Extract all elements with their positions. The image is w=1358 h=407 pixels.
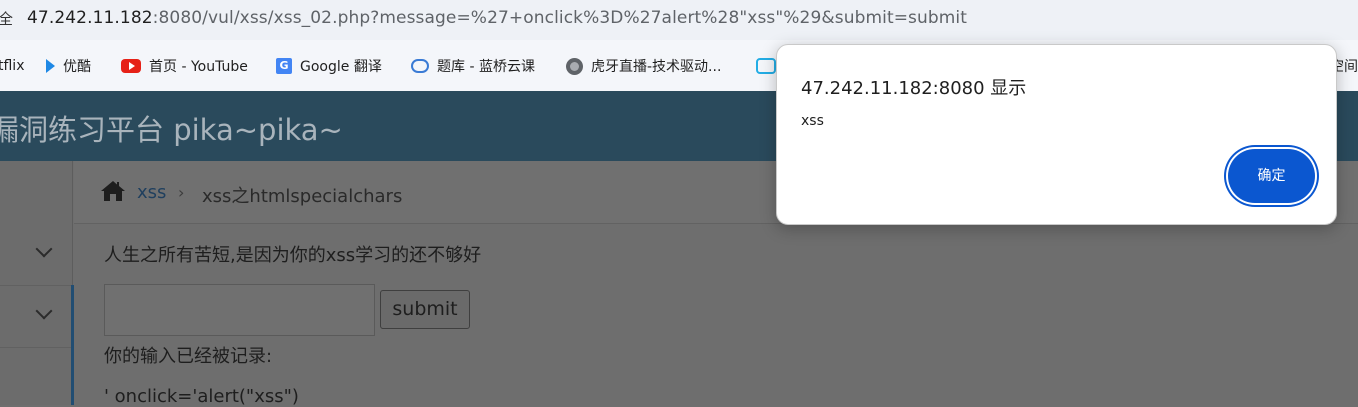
- address-bar[interactable]: 全 47.242.11.182:8080/vul/xss/xss_02.php?…: [0, 0, 1358, 40]
- bookmark-netflix[interactable]: tflix: [0, 56, 24, 76]
- bookmark-label: 优酷: [63, 59, 91, 75]
- site-info-icon[interactable]: 全: [0, 9, 13, 29]
- bookmark-google-translate[interactable]: G Google 翻译: [276, 56, 382, 76]
- url-text[interactable]: 47.242.11.182:8080/vul/xss/xss_02.php?me…: [27, 8, 967, 28]
- sidebar-item-1[interactable]: [0, 224, 73, 286]
- bookmark-label: 虎牙直播-技术驱动...: [591, 59, 722, 75]
- bookmark-label: 题库 - 蓝桥云课: [437, 59, 535, 75]
- breadcrumb-link-xss[interactable]: xss: [137, 182, 166, 203]
- dialog-message: xss: [801, 113, 824, 129]
- url-path: :8080/vul/xss/xss_02.php?message=%27+onc…: [152, 8, 968, 28]
- bookmark-youtube[interactable]: 首页 - YouTube: [121, 56, 248, 76]
- globe-icon: [566, 57, 583, 75]
- recorded-label: 你的输入已经被记录:: [104, 346, 273, 367]
- bookmark-label: Google 翻译: [300, 59, 382, 75]
- sidebar-item-2[interactable]: [0, 286, 73, 348]
- breadcrumb-separator: ›: [178, 183, 185, 202]
- bookmark-huya[interactable]: 虎牙直播-技术驱动...: [566, 56, 721, 76]
- prompt-text: 人生之所有苦短,是因为你的xss学习的还不够好: [104, 245, 482, 266]
- bookmark-youku[interactable]: 优酷: [46, 56, 91, 76]
- youtube-icon: [121, 59, 141, 73]
- ok-button[interactable]: 确定: [1228, 149, 1315, 203]
- breadcrumb-current: xss之htmlspecialchars: [202, 186, 403, 207]
- chevron-down-icon: [35, 302, 53, 320]
- sidebar-active-indicator: [71, 285, 74, 405]
- home-icon[interactable]: [100, 180, 126, 202]
- bookmark-label: tflix: [0, 58, 25, 74]
- bookmark-lanqiao[interactable]: 题库 - 蓝桥云课: [411, 56, 535, 76]
- message-input[interactable]: [104, 284, 375, 336]
- recorded-value: ' onclick='alert("xss"): [104, 386, 299, 407]
- google-translate-icon: G: [276, 58, 292, 74]
- bilibili-icon: [756, 58, 776, 74]
- dialog-title: 47.242.11.182:8080 显示: [801, 78, 1027, 99]
- submit-button[interactable]: submit: [380, 290, 470, 329]
- chevron-down-icon: [35, 240, 53, 258]
- site-title[interactable]: 漏洞练习平台 pika~pika~: [0, 107, 343, 149]
- youku-icon: [46, 59, 55, 73]
- url-host: 47.242.11.182: [27, 8, 153, 28]
- bookmark-label: 首页 - YouTube: [149, 59, 248, 75]
- lanqiao-icon: [411, 59, 429, 73]
